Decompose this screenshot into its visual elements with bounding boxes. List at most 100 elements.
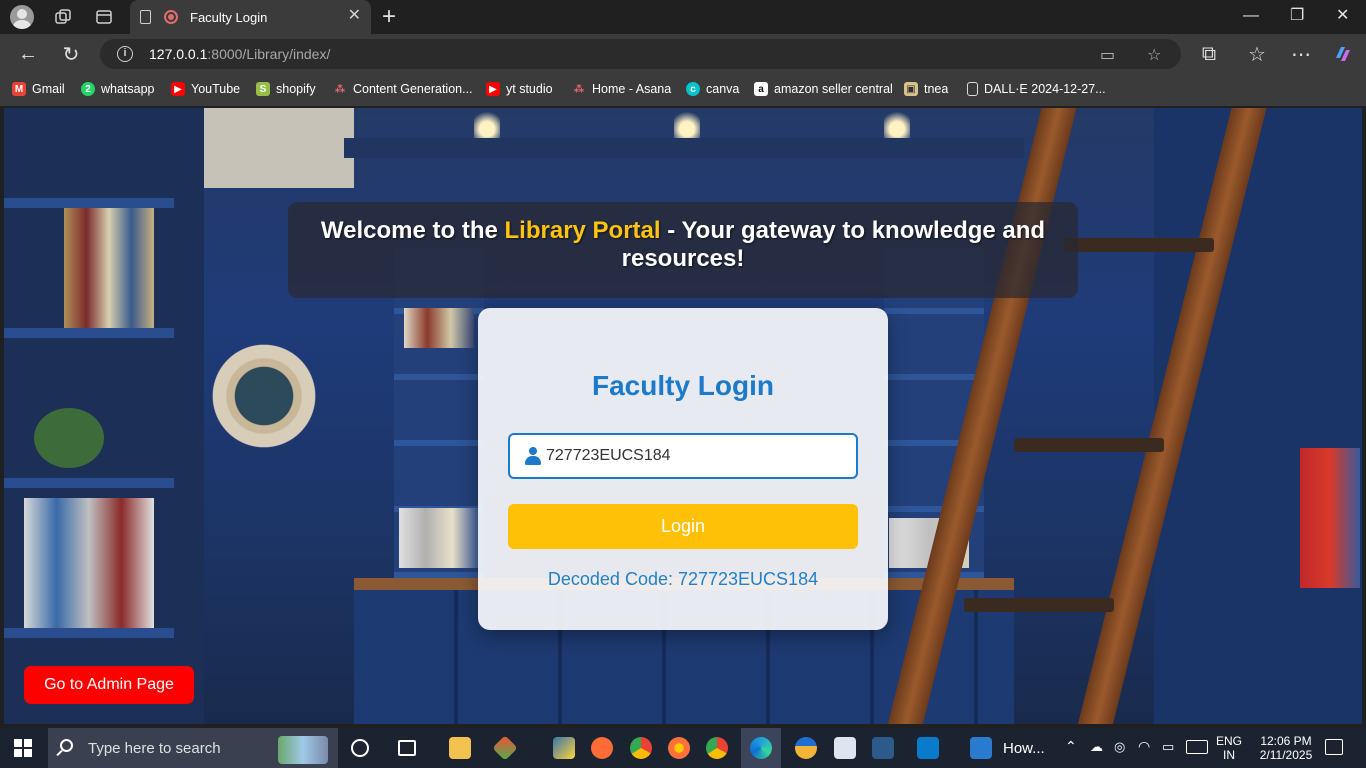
battery-icon[interactable]: ▭	[1162, 739, 1174, 755]
ceiling-light	[674, 108, 700, 138]
close-window-button[interactable]: ✕	[1336, 8, 1349, 24]
python-icon[interactable]	[553, 737, 575, 759]
workspaces-icon[interactable]	[52, 6, 74, 28]
extensions-icon[interactable]: ⧉	[1198, 43, 1220, 65]
bookmark-yt-studio[interactable]: ▶ yt studio	[486, 82, 553, 96]
favorites-icon[interactable]: ☆	[1246, 43, 1268, 66]
ladder-rung	[964, 598, 1114, 612]
bookmarks-bar: M Gmail 2 whatsapp ▶ YouTube Sshopify ⁂ Cont…	[0, 74, 1366, 106]
cortana-icon[interactable]	[351, 739, 369, 757]
tab-title: Faculty Login	[190, 10, 268, 25]
bookmark-tnea[interactable]: ▣ tnea	[904, 82, 948, 96]
asana-icon: ⁂	[334, 83, 346, 95]
firefox-icon[interactable]	[668, 737, 690, 759]
ceiling-light	[884, 108, 910, 138]
copilot-icon[interactable]	[1332, 43, 1354, 65]
document-icon	[967, 82, 978, 96]
address-bar[interactable]: i 127.0.0.1:8000/Library/index/ ▭ ☆	[100, 39, 1181, 69]
library-background: Welcome to the Library Portal - Your gat…	[4, 108, 1362, 724]
shelf-board	[4, 328, 174, 338]
wifi-icon[interactable]: ◠	[1138, 738, 1150, 755]
bookmark-content-generation[interactable]: ⁂ Content Generation...	[333, 82, 473, 96]
browser-tab-bar: Faculty Login ✕ + — ❐ ✕	[0, 0, 1366, 34]
amazon-icon: a	[754, 82, 768, 96]
url-text[interactable]: 127.0.0.1:8000/Library/index/	[149, 46, 330, 62]
new-tab-button[interactable]: +	[382, 5, 396, 29]
bookmark-dalle[interactable]: DALL·E 2024-12-27...	[967, 82, 1106, 96]
taskbar-search-box[interactable]: Type here to search	[48, 728, 338, 768]
ladder-rung	[1064, 238, 1214, 252]
clock[interactable]: 12:06 PM 2/11/2025	[1254, 734, 1318, 762]
whatsapp-icon: 2	[81, 82, 95, 96]
mysql-workbench-icon[interactable]	[872, 737, 894, 759]
site-info-icon[interactable]: i	[117, 46, 133, 62]
notifications-icon[interactable]	[1325, 739, 1343, 755]
shelf-board	[4, 478, 174, 488]
page-icon	[140, 10, 151, 24]
sunburst-mirror	[204, 336, 324, 456]
login-heading: Faculty Login	[592, 370, 774, 401]
bookmark-whatsapp[interactable]: 2 whatsapp	[81, 82, 155, 96]
cabinet-crown	[344, 138, 1024, 158]
bookmark-canva[interactable]: c canva	[686, 82, 739, 96]
welcome-banner: Welcome to the Library Portal - Your gat…	[288, 202, 1078, 298]
faculty-id-input[interactable]	[546, 443, 846, 469]
document-app-icon[interactable]	[834, 737, 856, 759]
how-app-icon[interactable]	[970, 737, 992, 759]
bookmark-gmail[interactable]: M Gmail	[12, 82, 65, 96]
ceiling-wall	[204, 108, 354, 188]
ladder-rung	[1014, 438, 1164, 452]
books	[64, 208, 154, 328]
camera-tray-icon[interactable]: ◎	[1114, 739, 1125, 755]
faculty-id-field[interactable]	[508, 433, 858, 479]
task-view-icon[interactable]	[398, 740, 416, 756]
language-indicator[interactable]: ENG IN	[1216, 734, 1242, 762]
cloud-icon[interactable]: ☁	[1090, 739, 1103, 755]
close-tab-icon[interactable]: ✕	[348, 8, 361, 24]
admin-page-button[interactable]: Go to Admin Page	[24, 666, 194, 704]
tab-actions-icon[interactable]	[93, 6, 115, 28]
back-button[interactable]: ←	[17, 43, 39, 65]
chrome-icon[interactable]	[630, 737, 652, 759]
chrome-profile-icon[interactable]	[706, 737, 728, 759]
search-icon	[60, 739, 73, 752]
library-portal-highlight: Library Portal	[504, 217, 661, 244]
login-button[interactable]: Login	[508, 504, 858, 549]
refresh-button[interactable]: ↻	[60, 43, 82, 66]
search-highlight-image	[278, 736, 328, 764]
postman-icon[interactable]	[591, 737, 613, 759]
vscode-icon[interactable]	[917, 737, 939, 759]
shelf-board	[4, 198, 174, 208]
minimize-button[interactable]: —	[1243, 8, 1259, 24]
restore-button[interactable]: ❐	[1290, 8, 1304, 24]
how-app-label[interactable]: How...	[1003, 740, 1045, 757]
search-placeholder: Type here to search	[88, 740, 221, 757]
youtube-icon: ▶	[486, 82, 500, 96]
git-icon[interactable]	[492, 735, 518, 761]
profile-avatar[interactable]	[10, 5, 34, 29]
recording-icon	[164, 10, 178, 24]
file-explorer-icon[interactable]	[449, 737, 471, 759]
bookmark-youtube[interactable]: ▶ YouTube	[171, 82, 240, 96]
windows-taskbar: Type here to search How... ⌃ ☁ ◎ ◠ ▭ ENG…	[0, 728, 1366, 768]
tab-faculty-login[interactable]: Faculty Login ✕	[130, 0, 371, 34]
favorite-star-icon[interactable]: ☆	[1147, 45, 1161, 65]
windows-start-icon[interactable]	[14, 739, 32, 757]
camera-icon[interactable]: ▭	[1100, 45, 1115, 65]
tnea-icon: ▣	[904, 82, 918, 96]
canva-icon: c	[686, 82, 700, 96]
ceiling-light	[474, 108, 500, 138]
tray-chevron-icon[interactable]: ⌃	[1065, 738, 1077, 755]
edge-icon[interactable]	[750, 737, 772, 759]
gmail-icon: M	[12, 82, 26, 96]
more-options-icon[interactable]: ⋯	[1290, 43, 1312, 66]
shopify-icon: S	[256, 82, 270, 96]
user-icon	[524, 447, 542, 465]
keyboard-icon[interactable]	[1186, 740, 1208, 754]
address-bar-row: ← ↻ i 127.0.0.1:8000/Library/index/ ▭ ☆ …	[0, 34, 1366, 74]
login-card: Faculty Login Login Decoded Code: 727723…	[478, 308, 888, 630]
bookmark-shopify[interactable]: Sshopify	[256, 82, 316, 96]
bookmark-amazon-seller[interactable]: a amazon seller central	[754, 82, 893, 96]
bookmark-home-asana[interactable]: ⁂ Home - Asana	[572, 82, 671, 96]
badge-app-icon[interactable]	[795, 737, 817, 759]
